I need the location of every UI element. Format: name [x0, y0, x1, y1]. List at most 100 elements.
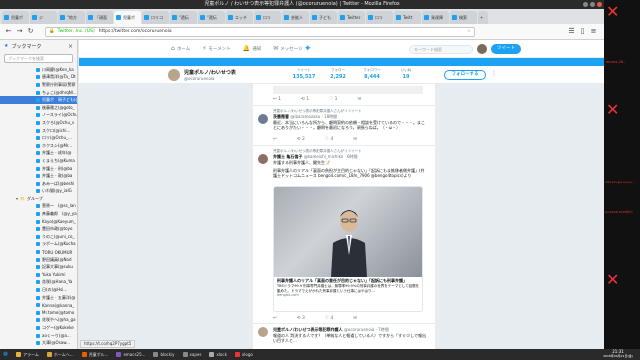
- bookmark-item[interactable]: aoくーり(@a...: [0, 332, 77, 340]
- browser-tab[interactable]: "遺伝: [170, 11, 197, 24]
- twitter-nav-home[interactable]: ⌂ ホーム: [171, 45, 190, 52]
- profile-avatar[interactable]: [167, 68, 181, 82]
- bookmark-item[interactable]: ロリ(@Ochu_...: [0, 134, 77, 142]
- bookmark-item[interactable]: ラボーム(@Kucha: [0, 241, 77, 249]
- browser-tab[interactable]: 児童ポ: [2, 11, 29, 24]
- url-bar[interactable]: 🔒 Twitter, Inc. (US) https://twitter.com…: [45, 26, 475, 37]
- user-avatar[interactable]: [477, 44, 487, 54]
- twitter-nav-bell[interactable]: 🔔 通知: [243, 45, 261, 52]
- bookmark-item[interactable]: Kayo(@Kaeyum_: [0, 218, 77, 226]
- profile-stat[interactable]: フォロワー 8,444: [359, 68, 385, 80]
- bookmark-item[interactable]: 警察庁刑事局(警察: [0, 81, 77, 89]
- twitter-search-input[interactable]: キーワード検索: [409, 45, 473, 54]
- bookmark-item[interactable]: 花咲(@Hana_Ya: [0, 279, 77, 287]
- bookmark-item[interactable]: ちょこ(@dhrqNl...: [0, 89, 77, 97]
- bookmark-item[interactable]: 唐澤貴洋(@Ta_ Dt: [0, 74, 77, 82]
- maximize-button[interactable]: [590, 2, 595, 7]
- browser-tab[interactable]: "遺伝: [198, 11, 225, 24]
- bookmark-item[interactable]: くまえち(@Kuma: [0, 157, 77, 165]
- retweet-icon[interactable]: ⟲ 1: [301, 97, 309, 102]
- dm-icon[interactable]: ✉: [353, 316, 357, 321]
- arrow-right-icon[interactable]: →: [15, 27, 24, 36]
- star-icon[interactable]: ☆: [467, 29, 471, 34]
- minimize-button[interactable]: [583, 2, 588, 7]
- tweet-button[interactable]: ツイート: [491, 44, 521, 54]
- browser-tab[interactable]: 子ども: [310, 11, 337, 24]
- bookmark-item[interactable]: スクロ(@ichi...: [0, 127, 77, 135]
- sidebar-icon[interactable]: ▯: [578, 27, 587, 36]
- profile-stat[interactable]: フォロー 2,292: [325, 68, 351, 80]
- bookmark-item[interactable]: 弁護士 · 五藤洋(@: [0, 294, 77, 302]
- profile-stat[interactable]: ツイート 135,517: [291, 68, 317, 80]
- bookmark-item[interactable]: コゲー(@Kokeke: [0, 324, 77, 332]
- bookmark-item[interactable]: Mr.tomo(@tomo: [0, 309, 77, 317]
- dm-icon[interactable]: ✉: [357, 97, 361, 102]
- retweet-icon[interactable]: ⟲ 2: [297, 137, 305, 142]
- bookmark-item[interactable]: 菅原ー (@ss_lan: [0, 203, 77, 211]
- profile-stat[interactable]: いいね 19: [393, 68, 419, 80]
- new-tab-button[interactable]: +: [478, 11, 488, 24]
- bookmark-item[interactable]: あみーば(@beshi: [0, 180, 77, 188]
- bookmark-item[interactable]: いわ猫(@y_iaIG: [0, 188, 77, 196]
- taskbar-item[interactable]: xapes: [180, 350, 205, 359]
- dm-icon[interactable]: ✉: [353, 137, 357, 142]
- browser-tab[interactable]: 児童ポ: [114, 11, 141, 24]
- bookmark-item[interactable]: 川岡慶(@Ken_ka: [0, 66, 77, 74]
- bookmark-item[interactable]: 弁護士 · 敦(@ba: [0, 172, 77, 180]
- bookmark-search-input[interactable]: ブックマークを検索: [4, 54, 73, 63]
- bookmark-item[interactable]: 日(の)@Hsi...: [0, 286, 77, 294]
- taskbar-item[interactable]: ホームへ...: [44, 350, 77, 359]
- link-card[interactable]: 刑事弁護人のリアル「真面の責任が目的じゃない」「起訴にも刑事弁護」 TBSドラマ…: [273, 186, 423, 312]
- taskbar-item[interactable]: アラーム: [13, 350, 42, 359]
- bookmark-item[interactable]: TORU OKUMUR: [0, 248, 77, 256]
- bookmark-item[interactable]: 弁護士 · 刑(@ba: [0, 165, 77, 173]
- tweet-item[interactable]: 児童ポルノ/わいせつ表示等犯罪弁護人さんがリツイート 弁護士 亀石倫子 @kam…: [253, 146, 435, 324]
- taskbar-item[interactable]: blockiy: [150, 350, 177, 359]
- browser-tab[interactable]: エッチ: [226, 11, 253, 24]
- bookmark-item[interactable]: 弁護士 · 成年(@: [0, 150, 77, 158]
- browser-tab[interactable]: ロリ: [254, 11, 281, 24]
- browser-tab[interactable]: 「顔面: [86, 11, 113, 24]
- browser-tab[interactable]: Twitter: [338, 11, 365, 24]
- browser-tab[interactable]: ロリコ: [142, 11, 169, 24]
- bookmark-item[interactable]: ノースライ(@Ochu: [0, 112, 77, 120]
- tweet-avatar[interactable]: [258, 114, 268, 124]
- taskbar-item[interactable]: xlogo: [232, 350, 256, 359]
- close-icon[interactable]: ×: [68, 43, 73, 50]
- start-menu-icon[interactable]: ❁: [0, 350, 11, 359]
- arrow-left-icon[interactable]: ←: [4, 27, 13, 36]
- reply-icon[interactable]: ↩: [273, 316, 277, 321]
- twitter-nav-moments[interactable]: ⚡ モーメント: [202, 45, 231, 52]
- follow-button[interactable]: フォローする: [444, 70, 486, 80]
- bookmark-folder[interactable]: ▾ 📁 グループ: [0, 195, 77, 203]
- library-icon[interactable]: ☰: [567, 27, 576, 36]
- twitter-nav-envelope[interactable]: ✉ メッセージ: [273, 45, 302, 52]
- like-icon[interactable]: ♡ 1: [329, 97, 337, 102]
- close-button[interactable]: [597, 2, 602, 7]
- tweet-item[interactable]: ↩ 1 ⟲ 1 ♡ 1 ✉: [253, 84, 435, 106]
- bookmark-item[interactable]: 斉藤義郎 (@y_ya: [0, 210, 77, 218]
- reply-icon[interactable]: ↩ 1: [273, 97, 281, 102]
- bookmark-item[interactable]: 児童ポ 岡子ども(@: [0, 96, 77, 104]
- browser-tab[interactable]: 検索: [450, 11, 477, 24]
- bookmark-item[interactable]: 豊田市政(@toyo: [0, 225, 77, 233]
- profile-name[interactable]: 児童ポルノ/わいせつ表: [184, 69, 236, 76]
- bookmark-item[interactable]: 後藤雅之(@goto_: [0, 104, 77, 112]
- browser-tab[interactable]: ロリ: [366, 11, 393, 24]
- window-titlebar[interactable]: 児童ポルノ / わいせつ表示等犯罪弁護人 (@ocoruruenoia) | T…: [0, 0, 604, 9]
- browser-tab[interactable]: "地方: [58, 11, 85, 24]
- bookmark-item[interactable]: 花咲やへ(@ha_ga: [0, 317, 77, 325]
- bookmark-item[interactable]: スクろ(@Ochu_s: [0, 119, 77, 127]
- browser-tab[interactable]: 発達障: [422, 11, 449, 24]
- taskbar-item[interactable]: 児童ポル...: [79, 350, 112, 359]
- like-icon[interactable]: ♡ 4: [325, 316, 333, 321]
- more-options-icon[interactable]: ⋮: [491, 70, 497, 77]
- menu-icon[interactable]: ≡: [589, 27, 598, 36]
- browser-tab[interactable]: ジ: [30, 11, 57, 24]
- bookmark-item[interactable]: Yuka Yukimi: [0, 271, 77, 279]
- tweet-item[interactable]: 児童ポルノ/わいせつ表示等犯罪弁護人さんがリツイート 茨薔薇曹 @ibaramo…: [253, 106, 435, 146]
- bookmark-item[interactable]: 記事大事(@suku: [0, 263, 77, 271]
- sidebar-header[interactable]: ★ ブックマーク ×: [0, 40, 77, 52]
- retweet-icon[interactable]: ⟲ 3: [297, 316, 305, 321]
- tweet-item[interactable]: 児童ポルノ/わいせつ表示等犯罪弁護人 @ocoruruenoia · 7時間 報…: [253, 324, 435, 349]
